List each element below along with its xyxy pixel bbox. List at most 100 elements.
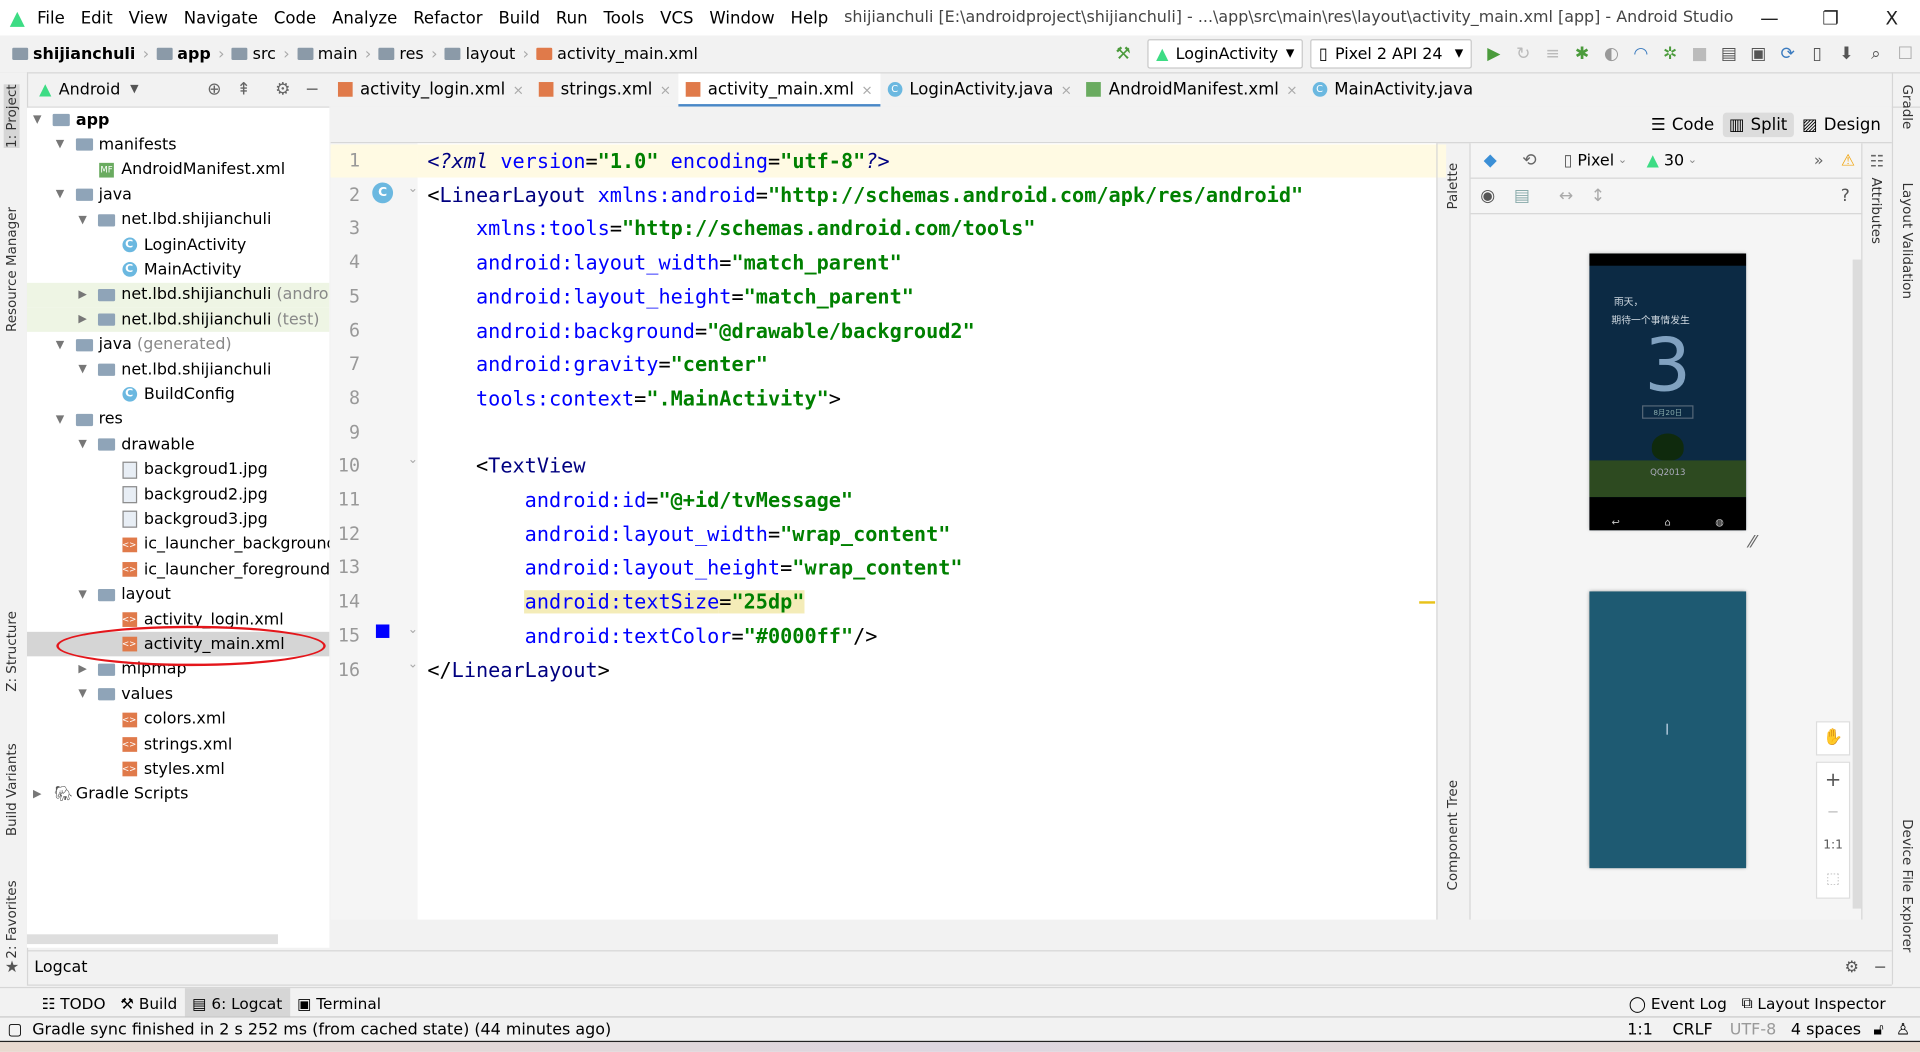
expanded-arrow-icon[interactable]: ▼ (56, 189, 64, 201)
bottom-tab-terminal[interactable]: ▣ Terminal (290, 988, 389, 1017)
caret-position[interactable]: 1:1 (1627, 1021, 1653, 1039)
apply-changes-icon[interactable]: ↻ (1511, 42, 1535, 66)
tree-item[interactable]: ▼ res (27, 408, 329, 432)
orientation-icon[interactable]: ⟲ (1517, 148, 1541, 172)
project-structure-icon[interactable]: ▤ (1717, 42, 1741, 66)
tree-item[interactable]: ▼ java (generated) (27, 333, 329, 357)
device-preview-select[interactable]: Pixel (1577, 151, 1614, 169)
apply-code-changes-icon[interactable]: ≡ (1540, 42, 1564, 66)
tree-item[interactable]: <> ic_launcher_background.x (27, 532, 329, 556)
tree-item[interactable]: C BuildConfig (27, 383, 329, 407)
tree-item[interactable]: ▶ net.lbd.shijianchuli (test) (26, 307, 330, 333)
component-tree-tool-button[interactable]: Component Tree (1445, 780, 1461, 891)
code-line[interactable]: android:textSize="25dp" (418, 585, 1447, 618)
gradle-tool-button[interactable]: Gradle (1899, 84, 1915, 129)
expanded-arrow-icon[interactable]: ▼ (78, 439, 86, 451)
resize-handle-icon[interactable]: ⁄⁄ (1750, 533, 1756, 553)
device-manager-icon[interactable]: ▯ (1805, 42, 1829, 66)
code-line[interactable] (418, 416, 1447, 449)
tab-mainactivity-java[interactable]: C MainActivity.java (1305, 73, 1481, 106)
fold-open-icon[interactable]: ⌄ (408, 453, 418, 466)
expanded-arrow-icon[interactable]: ▼ (56, 139, 64, 151)
design-mode-button[interactable]: ▨ Design (1796, 112, 1887, 136)
tree-item[interactable]: ▼ layout (27, 582, 329, 606)
device-preview[interactable]: 雨天， 期待一个事情发生 3 8月20日 QQ2013 ↩ ⌂ ◍ (1589, 253, 1747, 531)
horizontal-resize-icon[interactable]: ↔ (1554, 184, 1578, 208)
code-line[interactable]: android:id="@+id/tvMessage" (418, 484, 1447, 517)
code-line[interactable]: android:textColor="#0000ff"/> (418, 619, 1447, 652)
code-line[interactable]: <LinearLayout xmlns:android="http://sche… (418, 178, 1447, 211)
vertical-resize-icon[interactable]: ↕ (1586, 184, 1610, 208)
tree-item[interactable]: ▼ manifests (27, 133, 329, 157)
bottom-tab-todo[interactable]: ☷ TODO (34, 988, 113, 1017)
code-line[interactable]: android:layout_height="wrap_content" (418, 551, 1447, 584)
palette-tool-button[interactable]: Palette (1445, 163, 1461, 210)
expanded-arrow-icon[interactable]: ▼ (78, 588, 86, 600)
layout-validation-tool-button[interactable]: Layout Validation (1899, 182, 1915, 299)
hide-panel-icon[interactable]: − (300, 77, 324, 101)
zoom-in-button[interactable]: + (1817, 763, 1849, 796)
zoom-actual-size-button[interactable]: 1:1 (1817, 829, 1849, 862)
device-select[interactable]: ▯ Pixel 2 API 24 ▼ (1310, 39, 1472, 69)
tree-item[interactable]: backgroud1.jpg (27, 457, 329, 481)
hammer-build-icon[interactable]: ⚒ (1111, 42, 1135, 66)
menu-file[interactable]: File (37, 8, 65, 28)
stop-icon[interactable]: ■ (1687, 42, 1711, 66)
collapsed-arrow-icon[interactable]: ▶ (78, 314, 86, 326)
close-button[interactable]: X (1864, 7, 1920, 29)
tab-strings-xml[interactable]: strings.xml × (531, 73, 678, 106)
chevron-down-icon[interactable]: ▼ (130, 83, 138, 95)
expanded-arrow-icon[interactable]: ▼ (33, 114, 41, 126)
fold-close-icon[interactable]: ⌄ (408, 623, 418, 636)
tree-item[interactable]: <> colors.xml (27, 707, 329, 731)
breadcrumb-item[interactable]: shijianchuli › (12, 45, 149, 63)
resource-manager-tool-button[interactable]: Resource Manager (4, 207, 20, 332)
blueprint-preview[interactable] (1589, 591, 1747, 869)
project-tool-button[interactable]: 1: Project (3, 84, 20, 148)
code-mode-button[interactable]: ☰ Code (1645, 112, 1721, 136)
close-tab-icon[interactable]: × (861, 81, 872, 97)
logcat-gear-icon[interactable]: ⚙ (1845, 959, 1859, 977)
menu-window[interactable]: Window (709, 8, 774, 28)
tree-item[interactable]: ▼ net.lbd.shijianchuli (27, 358, 329, 382)
debug-icon[interactable]: ✱ (1570, 42, 1594, 66)
blueprint-toggle-icon[interactable]: ▤ (1510, 184, 1534, 208)
device-file-explorer-tool-button[interactable]: Device File Explorer (1899, 819, 1915, 952)
tree-item[interactable]: ▶ net.lbd.shijianchuli (androidTest) (26, 282, 330, 308)
expanded-arrow-icon[interactable]: ▼ (78, 688, 86, 700)
sync-gradle-icon[interactable]: ⟳ (1776, 42, 1800, 66)
tree-item[interactable]: <> ic_launcher_foreground.x (27, 557, 329, 581)
tab-androidmanifest-xml[interactable]: AndroidManifest.xml × (1079, 73, 1305, 106)
code-line[interactable]: xmlns:tools="http://schemas.android.com/… (418, 212, 1447, 245)
menu-analyze[interactable]: Analyze (332, 8, 397, 28)
breadcrumb-item[interactable]: activity_main.xml (536, 45, 698, 63)
breadcrumb-item[interactable]: res › (378, 45, 437, 63)
run-config-select[interactable]: ▲ LoginActivity ▼ (1147, 39, 1303, 69)
attributes-tool-button[interactable]: Attributes (1869, 178, 1885, 245)
file-encoding[interactable]: UTF-8 (1730, 1021, 1776, 1039)
favorites-tool-button[interactable]: 2: Favorites (4, 880, 20, 958)
tab-activity-main-xml[interactable]: activity_main.xml × (678, 72, 880, 108)
lock-icon[interactable]: 🔓︎ (1873, 1021, 1883, 1039)
attach-debugger-icon[interactable]: ◐ (1599, 42, 1623, 66)
code-line[interactable]: android:layout_height="match_parent" (418, 280, 1447, 313)
tree-item[interactable]: <> strings.xml (27, 732, 329, 756)
tree-item[interactable]: ▶ 🐘︎ Gradle Scripts (27, 782, 329, 806)
split-mode-button[interactable]: ▥ Split (1722, 112, 1794, 137)
close-tab-icon[interactable]: × (1286, 81, 1297, 97)
pan-button[interactable]: ✋ (1815, 721, 1851, 756)
code-line[interactable]: android:background="@drawable/backgroud2… (418, 314, 1447, 347)
tab-activity-login-xml[interactable]: activity_login.xml × (331, 73, 532, 106)
menu-code[interactable]: Code (274, 8, 316, 28)
expanded-arrow-icon[interactable]: ▼ (56, 414, 64, 426)
bottom-tab-6-logcat[interactable]: ▤ 6: Logcat (184, 988, 290, 1018)
code-editor[interactable]: <?xml version="1.0" encoding="utf-8"?> <L… (417, 143, 1447, 920)
expanded-arrow-icon[interactable]: ▼ (78, 364, 86, 376)
search-icon[interactable]: ⌕ (1864, 42, 1888, 66)
more-chevron-icon[interactable]: » (1814, 151, 1824, 169)
indent-setting[interactable]: 4 spaces (1791, 1021, 1861, 1039)
class-gutter-icon[interactable]: C (372, 182, 394, 204)
fold-close-icon[interactable]: ⌄ (408, 657, 418, 670)
project-view-select[interactable]: Android (59, 80, 121, 98)
menu-help[interactable]: Help (791, 8, 829, 28)
